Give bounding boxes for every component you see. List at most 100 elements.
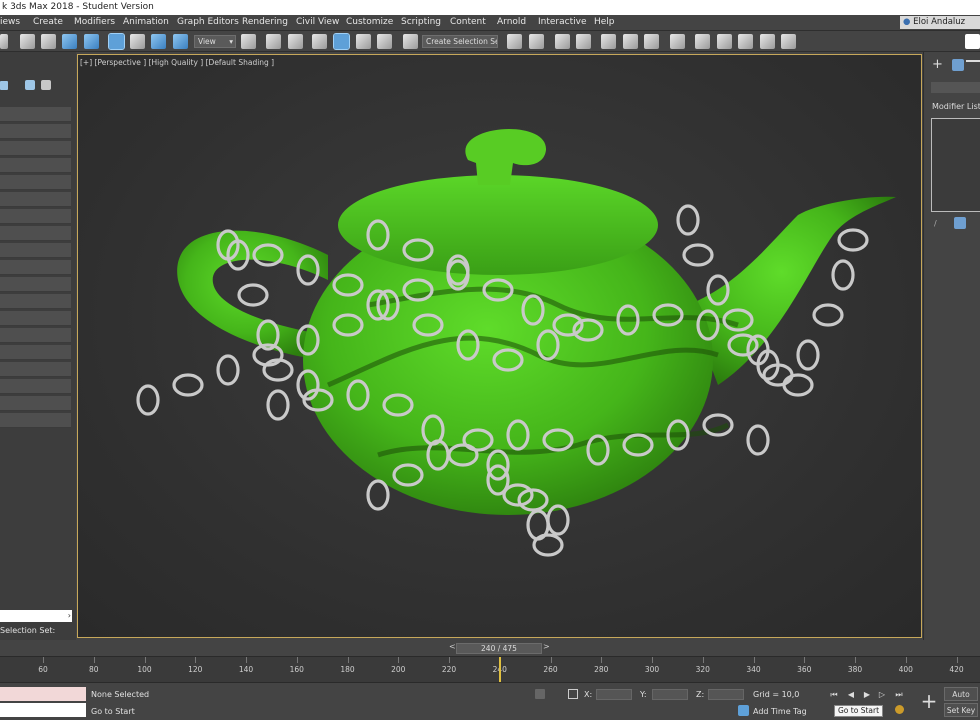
scene-list-row[interactable] [0,158,71,173]
go-to-end-icon[interactable]: ⏭ [893,689,905,700]
maxscript-listener-input[interactable] [0,703,86,717]
scene-explorer-toolbar-icon[interactable] [0,81,8,90]
snaps-toggle-icon[interactable] [312,34,327,49]
menu-rendering[interactable]: Rendering [242,15,288,30]
y-coordinate-field[interactable] [652,689,688,700]
z-coordinate-field[interactable] [708,689,744,700]
modify-tab-icon[interactable] [952,59,964,71]
set-keys-plus-icon[interactable]: + [918,687,940,717]
next-frame-icon[interactable]: ▷ [876,689,888,700]
schematic-view-icon[interactable] [623,34,638,49]
selection-set-input[interactable]: › [0,610,72,622]
scene-list-row[interactable] [0,311,71,326]
scene-list-row[interactable] [0,192,71,207]
show-end-result-icon[interactable] [954,217,966,229]
scene-list-row[interactable] [0,345,71,360]
perspective-viewport[interactable]: [+] [Perspective ] [High Quality ] [Defa… [77,54,922,638]
scene-list-row[interactable] [0,226,71,241]
select-manipulate-icon[interactable] [266,34,281,49]
time-slider-frame-counter[interactable]: 240 / 475 [456,643,542,654]
play-icon[interactable]: ▶ [861,689,873,700]
percent-snap-icon[interactable] [356,34,371,49]
select-and-rotate-icon[interactable] [130,34,145,49]
scene-list-row[interactable] [0,175,71,190]
command-panel-toggle-icon[interactable] [965,34,980,49]
layer-explorer-icon[interactable] [576,34,591,49]
object-name-field[interactable] [931,82,980,93]
keyboard-shortcut-icon[interactable] [288,34,303,49]
add-time-tag-button[interactable]: Add Time Tag [753,707,807,716]
menu-create[interactable]: Create [33,15,63,30]
render-in-cloud-icon[interactable] [760,34,775,49]
viewport-label[interactable]: [+] [Perspective ] [High Quality ] [Defa… [80,58,274,67]
named-selection-set-select[interactable]: Create Selection Se [422,35,498,48]
user-account[interactable]: ● Eloi Andaluz [900,16,980,29]
modifier-list-label[interactable]: Modifier List [932,102,980,111]
reference-coordinate-select[interactable]: View ▾ [194,35,236,48]
scene-explorer-icon[interactable] [555,34,570,49]
scene-list-row[interactable] [0,413,71,428]
x-coordinate-field[interactable] [596,689,632,700]
select-and-place-icon[interactable] [173,34,188,49]
menu-modifiers[interactable]: Modifiers [74,15,115,30]
scene-list-row[interactable] [0,141,71,156]
scene-explorer-filter-icon[interactable] [25,80,35,90]
rendered-frame-window-icon[interactable] [695,34,710,49]
scene-list-row[interactable] [0,277,71,292]
render-production-icon[interactable] [717,34,732,49]
add-time-tag-icon[interactable] [738,705,749,716]
select-object-icon[interactable] [20,34,35,49]
edit-named-selection-icon[interactable] [403,34,418,49]
menu-interactive[interactable]: Interactive [538,15,586,30]
rectangular-selection-icon[interactable] [62,34,77,49]
window-crossing-icon[interactable] [84,34,99,49]
scene-list-row[interactable] [0,107,71,122]
scene-list-row[interactable] [0,396,71,411]
isolate-selection-icon[interactable] [535,689,545,699]
scene-list-row[interactable] [0,124,71,139]
time-slider[interactable]: < 240 / 475 > [0,640,980,656]
key-mode-icon[interactable] [895,705,904,714]
maxscript-listener-output[interactable] [0,687,86,701]
scene-list-row[interactable] [0,294,71,309]
scene-list-row[interactable] [0,209,71,224]
selection-lock-icon[interactable] [568,689,578,699]
align-icon[interactable] [529,34,544,49]
pivot-center-icon[interactable] [241,34,256,49]
mirror-icon[interactable] [507,34,522,49]
angle-snap-icon[interactable] [333,33,350,50]
menu-civil-view[interactable]: Civil View [296,15,339,30]
menu-arnold[interactable]: Arnold [497,15,526,30]
undo-icon[interactable] [0,34,8,49]
scene-list-row[interactable] [0,260,71,275]
scene-list-row[interactable] [0,362,71,377]
menu-help[interactable]: Help [594,15,615,30]
select-and-scale-icon[interactable] [151,34,166,49]
render-iterative-icon[interactable] [738,34,753,49]
menu-customize[interactable]: Customize [346,15,393,30]
auto-key-button[interactable]: Auto Key [944,687,978,713]
select-and-move-icon[interactable] [108,33,125,50]
set-key-button[interactable]: Set Key [944,703,978,717]
go-to-start-icon[interactable]: ⏮ [828,689,840,700]
spinner-snap-icon[interactable] [377,34,392,49]
menu-content[interactable]: Content [450,15,486,30]
pin-stack-icon[interactable]: / [934,219,943,228]
create-tab-plus-icon[interactable]: + [932,58,943,71]
scene-list-row[interactable] [0,328,71,343]
render-setup-icon[interactable] [670,34,685,49]
curve-editor-icon[interactable] [601,34,616,49]
select-by-name-icon[interactable] [41,34,56,49]
hierarchy-tab-icon[interactable] [966,60,980,70]
menu-scripting[interactable]: Scripting [401,15,441,30]
menu-views[interactable]: iews [0,15,20,30]
scene-list-row[interactable] [0,243,71,258]
scene-explorer-options-icon[interactable] [41,80,51,90]
previous-frame-icon[interactable]: ◀ [845,689,857,700]
modifier-stack[interactable] [931,118,980,212]
track-bar[interactable]: 6080100120140160180200220240260280300320… [0,656,980,683]
render-online-icon[interactable] [781,34,796,49]
current-frame-marker[interactable] [498,657,501,683]
scene-list-row[interactable] [0,379,71,394]
material-editor-icon[interactable] [644,34,659,49]
